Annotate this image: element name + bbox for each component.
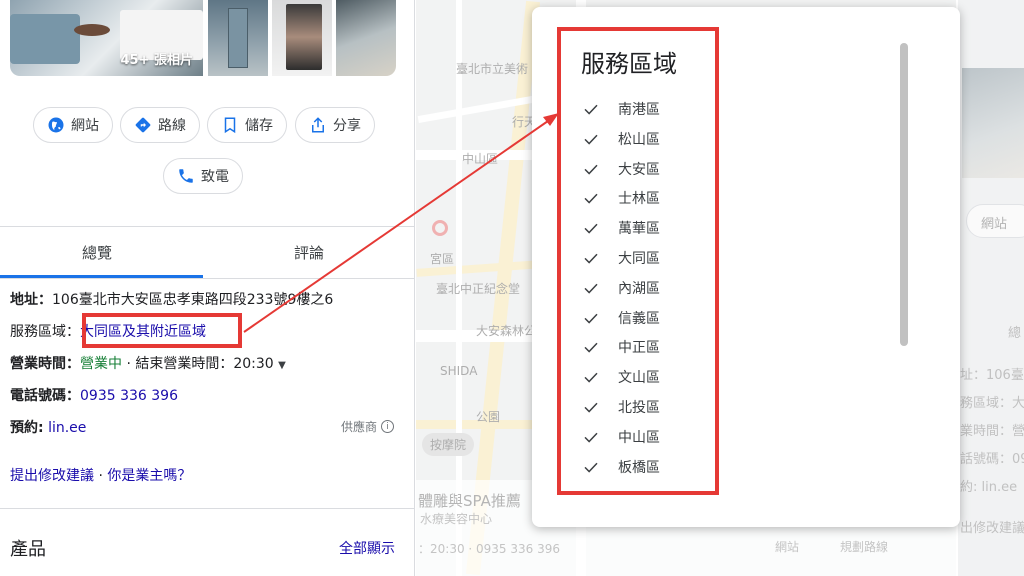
divider [0, 226, 415, 227]
separator: · [98, 468, 103, 484]
address-row: 地址：106臺北市大安區忠孝東路四段233號9樓之6 [10, 289, 333, 309]
map-website-button[interactable]: 網站 [775, 538, 799, 555]
ghost-line: 址：106臺 [960, 368, 1024, 383]
directions-button[interactable]: 路線 [120, 107, 200, 143]
hours-row[interactable]: 營業時間：營業中 · 結束營業時間：20:30 ▼ [10, 353, 286, 373]
website-label: 網站 [71, 118, 99, 134]
photo-main[interactable]: 45+ 張相片 [10, 0, 203, 76]
ghost-line: 出修改建議 [960, 521, 1024, 536]
phone-row: 電話號碼：0935 336 396 [10, 385, 178, 405]
highlight-annotation-box [557, 27, 719, 495]
ghost-line: 話號碼：09 [960, 452, 1024, 467]
directions-label: 路線 [158, 118, 186, 134]
ghost-line: 業時間：營 [960, 424, 1024, 439]
directions-icon [135, 117, 151, 133]
address-label: 地址： [10, 292, 52, 308]
website-button[interactable]: 網站 [33, 107, 113, 143]
photo-count-label: 45+ 張相片 [120, 53, 193, 68]
map-label: 按摩院 [422, 433, 475, 456]
hours-label: 營業時間： [10, 356, 80, 372]
map-label: 臺北市立美術 [456, 62, 529, 76]
globe-icon [48, 117, 64, 133]
call-button[interactable]: 致電 [163, 158, 243, 194]
hours-status: 營業中 [80, 356, 122, 372]
phone-icon [179, 169, 193, 183]
tab-reviews[interactable]: 評論 [294, 242, 324, 263]
photo-thumb[interactable] [208, 0, 268, 76]
divider [0, 508, 415, 509]
booking-label: 預約: [10, 420, 44, 436]
map-listing-subtitle: 水療美容中心 [420, 512, 493, 526]
map-label: 公園 [476, 410, 501, 424]
photo-thumb[interactable] [272, 0, 332, 76]
map-listing-title: 體雕與SPA推薦 [418, 492, 521, 510]
ghost-website-chip: 網站 [966, 204, 1024, 238]
ghost-line: 約: lin.ee [960, 480, 1018, 495]
map-label: 中山區 [462, 152, 499, 166]
booking-row: 預約: lin.ee [10, 417, 86, 437]
map-label: SHIDA [440, 364, 478, 378]
ghost-chip-label: 網站 [981, 217, 1008, 232]
map-label: 宮區 [430, 252, 455, 266]
share-icon [312, 117, 324, 133]
action-chips: 網站 路線 儲存 分享 致電 [0, 107, 415, 207]
provider-info[interactable]: 供應商 i [341, 418, 395, 435]
ghost-tab: 總 [1008, 326, 1022, 341]
photo-thumb[interactable] [336, 0, 396, 76]
photo-strip: 45+ 張相片 [10, 0, 396, 76]
ghost-line: 務區域：大 [960, 396, 1024, 411]
highlight-annotation-box [82, 313, 242, 348]
tab-overview[interactable]: 總覽 [82, 242, 112, 263]
address-value[interactable]: 106臺北市大安區忠孝東路四段233號9樓之6 [52, 292, 333, 308]
save-button[interactable]: 儲存 [207, 107, 287, 143]
share-button[interactable]: 分享 [295, 107, 375, 143]
provider-label: 供應商 [341, 420, 378, 434]
dropdown-arrow-icon[interactable]: ▼ [278, 360, 286, 371]
show-all-link[interactable]: 全部顯示 [339, 538, 395, 558]
save-label: 儲存 [245, 118, 273, 134]
own-business-link[interactable]: 你是業主嗎？ [107, 468, 191, 484]
service-area-label: 服務區域： [10, 324, 80, 340]
booking-link[interactable]: lin.ee [48, 420, 86, 436]
place-details-panel: 45+ 張相片 網站 路線 儲存 分享 致電 總覽 評論 地址：106臺北市大安… [0, 0, 415, 576]
hours-detail: · 結束營業時間：20:30 [126, 356, 274, 372]
suggest-edit-link[interactable]: 提出修改建議 [10, 468, 94, 484]
map-label: 大安森林公 [476, 324, 537, 338]
bookmark-icon [224, 117, 236, 134]
tab-divider [0, 278, 415, 279]
phone-label: 電話號碼： [10, 388, 80, 404]
map-listing-hours: ：20:30 · 0935 336 396 [418, 542, 561, 556]
call-label: 致電 [201, 169, 229, 185]
map-pin-icon[interactable] [432, 220, 448, 236]
info-icon: i [381, 420, 395, 433]
ghost-photo [962, 68, 1024, 178]
map-label: 臺北中正紀念堂 [436, 282, 521, 296]
phone-link[interactable]: 0935 336 396 [80, 388, 178, 404]
share-label: 分享 [333, 118, 361, 134]
dialog-scrollbar[interactable] [900, 43, 908, 346]
map-route-button[interactable]: 規劃路線 [840, 538, 888, 555]
products-heading: 產品 [10, 539, 46, 560]
suggest-edit-row: 提出修改建議 · 你是業主嗎？ [10, 465, 191, 485]
